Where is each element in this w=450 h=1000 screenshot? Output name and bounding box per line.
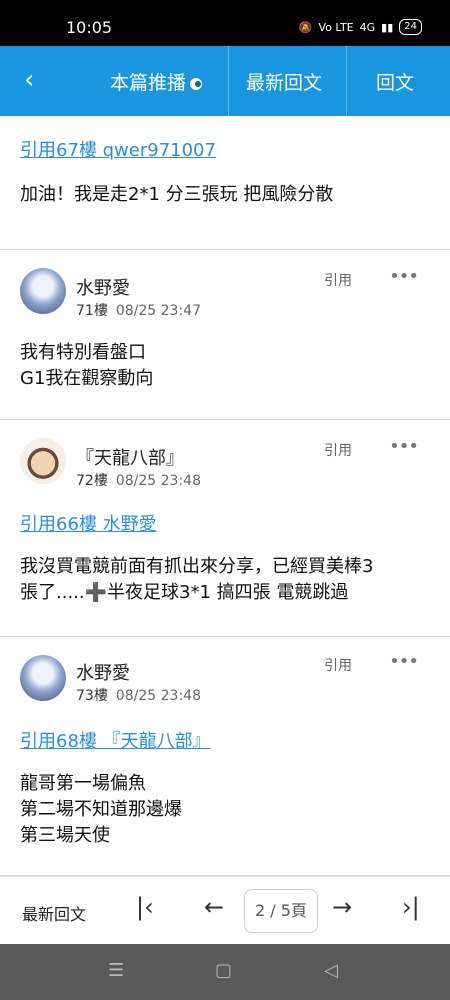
post-body-line: 第三場天使 bbox=[20, 825, 110, 846]
post-body-line: 張了.....➕半夜足球3*1 搞四張 電競跳過 bbox=[20, 582, 349, 603]
quote-link[interactable]: 引用68樓 『天龍八部』 bbox=[20, 727, 211, 753]
tab-push-label: 本篇推播 bbox=[110, 72, 187, 94]
author-name[interactable]: 『天龍八部』 bbox=[76, 444, 184, 470]
tab-push[interactable]: 本篇推播 bbox=[110, 68, 203, 95]
post-body-line: 我有特別看盤口 bbox=[20, 342, 146, 363]
more-icon[interactable]: ••• bbox=[389, 651, 419, 672]
volte-label: Vo LTE bbox=[318, 20, 354, 34]
first-page-icon[interactable]: |‹ bbox=[136, 893, 154, 921]
post-time: 08/25 23:48 bbox=[115, 473, 201, 489]
network-label: 4G bbox=[359, 20, 376, 34]
pagination-bar: 最新回文 |‹ ← 2 / 5頁 → ›| bbox=[0, 876, 450, 944]
battery-icon: 24 bbox=[399, 19, 422, 35]
post-meta: 73樓 08/25 23:48 bbox=[76, 685, 201, 705]
post-body: 我有特別看盤口 G1我在觀察動向 bbox=[20, 340, 430, 392]
last-page-icon[interactable]: ›| bbox=[402, 893, 420, 921]
post-time: 08/25 23:47 bbox=[115, 303, 201, 319]
post-body-line: 龍哥第一場偏魚 bbox=[20, 773, 146, 794]
author-name[interactable]: 水野愛 bbox=[76, 659, 130, 685]
more-icon[interactable]: ••• bbox=[389, 436, 419, 457]
post-meta: 71樓 08/25 23:47 bbox=[76, 300, 201, 320]
mute-icon: 🔕 bbox=[298, 20, 313, 34]
post-item: 引用67樓 qwer971007 加油！我是走2*1 分三張玩 把風險分散 bbox=[0, 116, 450, 250]
home-icon[interactable]: ▢ bbox=[215, 960, 232, 981]
menu-icon[interactable]: ☰ bbox=[108, 960, 124, 981]
avatar[interactable] bbox=[20, 268, 66, 314]
post-body: 加油！我是走2*1 分三張玩 把風險分散 bbox=[20, 184, 334, 205]
tab-divider bbox=[228, 46, 229, 116]
post-body-line: 第二場不知道那邊爆 bbox=[20, 799, 182, 820]
post-item: 水野愛 71樓 08/25 23:47 引用 ••• 我有特別看盤口 G1我在觀察… bbox=[0, 250, 450, 420]
prev-page-icon[interactable]: ← bbox=[204, 893, 224, 921]
quote-button[interactable]: 引用 bbox=[324, 440, 352, 460]
quote-button[interactable]: 引用 bbox=[324, 655, 352, 675]
avatar[interactable] bbox=[20, 655, 66, 701]
quote-link[interactable]: 引用66樓 水野愛 bbox=[20, 510, 157, 536]
quote-link[interactable]: 引用67樓 qwer971007 bbox=[20, 136, 216, 162]
more-icon[interactable]: ••• bbox=[389, 266, 419, 287]
author-name[interactable]: 水野愛 bbox=[76, 274, 130, 300]
tab-reply[interactable]: 回文 bbox=[376, 68, 414, 95]
floor-number: 72樓 bbox=[76, 473, 108, 489]
floor-number: 71樓 bbox=[76, 303, 108, 319]
toggle-dot-icon bbox=[190, 77, 203, 90]
page-selector[interactable]: 2 / 5頁 bbox=[244, 889, 318, 933]
next-page-icon[interactable]: → bbox=[332, 893, 352, 921]
app-bar: ‹ 本篇推播 最新回文 回文 bbox=[0, 46, 450, 116]
status-time: 10:05 bbox=[66, 18, 113, 37]
post-time: 08/25 23:48 bbox=[115, 688, 201, 704]
tab-latest-reply[interactable]: 最新回文 bbox=[246, 68, 322, 95]
quote-button[interactable]: 引用 bbox=[324, 270, 352, 290]
floor-number: 73樓 bbox=[76, 688, 108, 704]
post-item: 『天龍八部』 72樓 08/25 23:48 引用 ••• 引用66樓 水野愛 我… bbox=[0, 420, 450, 637]
status-bar: 10:05 🔕 Vo LTE 4G ▮▮ 24 bbox=[0, 0, 450, 46]
latest-reply-button[interactable]: 最新回文 bbox=[22, 901, 86, 925]
signal-icon: ▮▮ bbox=[381, 20, 394, 34]
tab-divider bbox=[346, 46, 347, 116]
system-nav-bar: ☰ ▢ ◁ bbox=[0, 944, 450, 1000]
post-body: 我沒買電競前面有抓出來分享，已經買美棒3 張了.....➕半夜足球3*1 搞四張… bbox=[20, 554, 430, 606]
post-body-line: G1我在觀察動向 bbox=[20, 368, 154, 389]
post-body: 龍哥第一場偏魚 第二場不知道那邊爆 第三場天使 bbox=[20, 771, 430, 849]
back-icon[interactable]: ◁ bbox=[324, 960, 338, 981]
avatar[interactable] bbox=[20, 438, 66, 484]
back-arrow-icon[interactable]: ‹ bbox=[24, 66, 34, 94]
post-meta: 72樓 08/25 23:48 bbox=[76, 470, 201, 490]
post-item: 水野愛 73樓 08/25 23:48 引用 ••• 引用68樓 『天龍八部』 龍… bbox=[0, 637, 450, 876]
status-icons: 🔕 Vo LTE 4G ▮▮ 24 bbox=[299, 19, 422, 35]
post-body-line: 我沒買電競前面有抓出來分享，已經買美棒3 bbox=[20, 556, 374, 577]
